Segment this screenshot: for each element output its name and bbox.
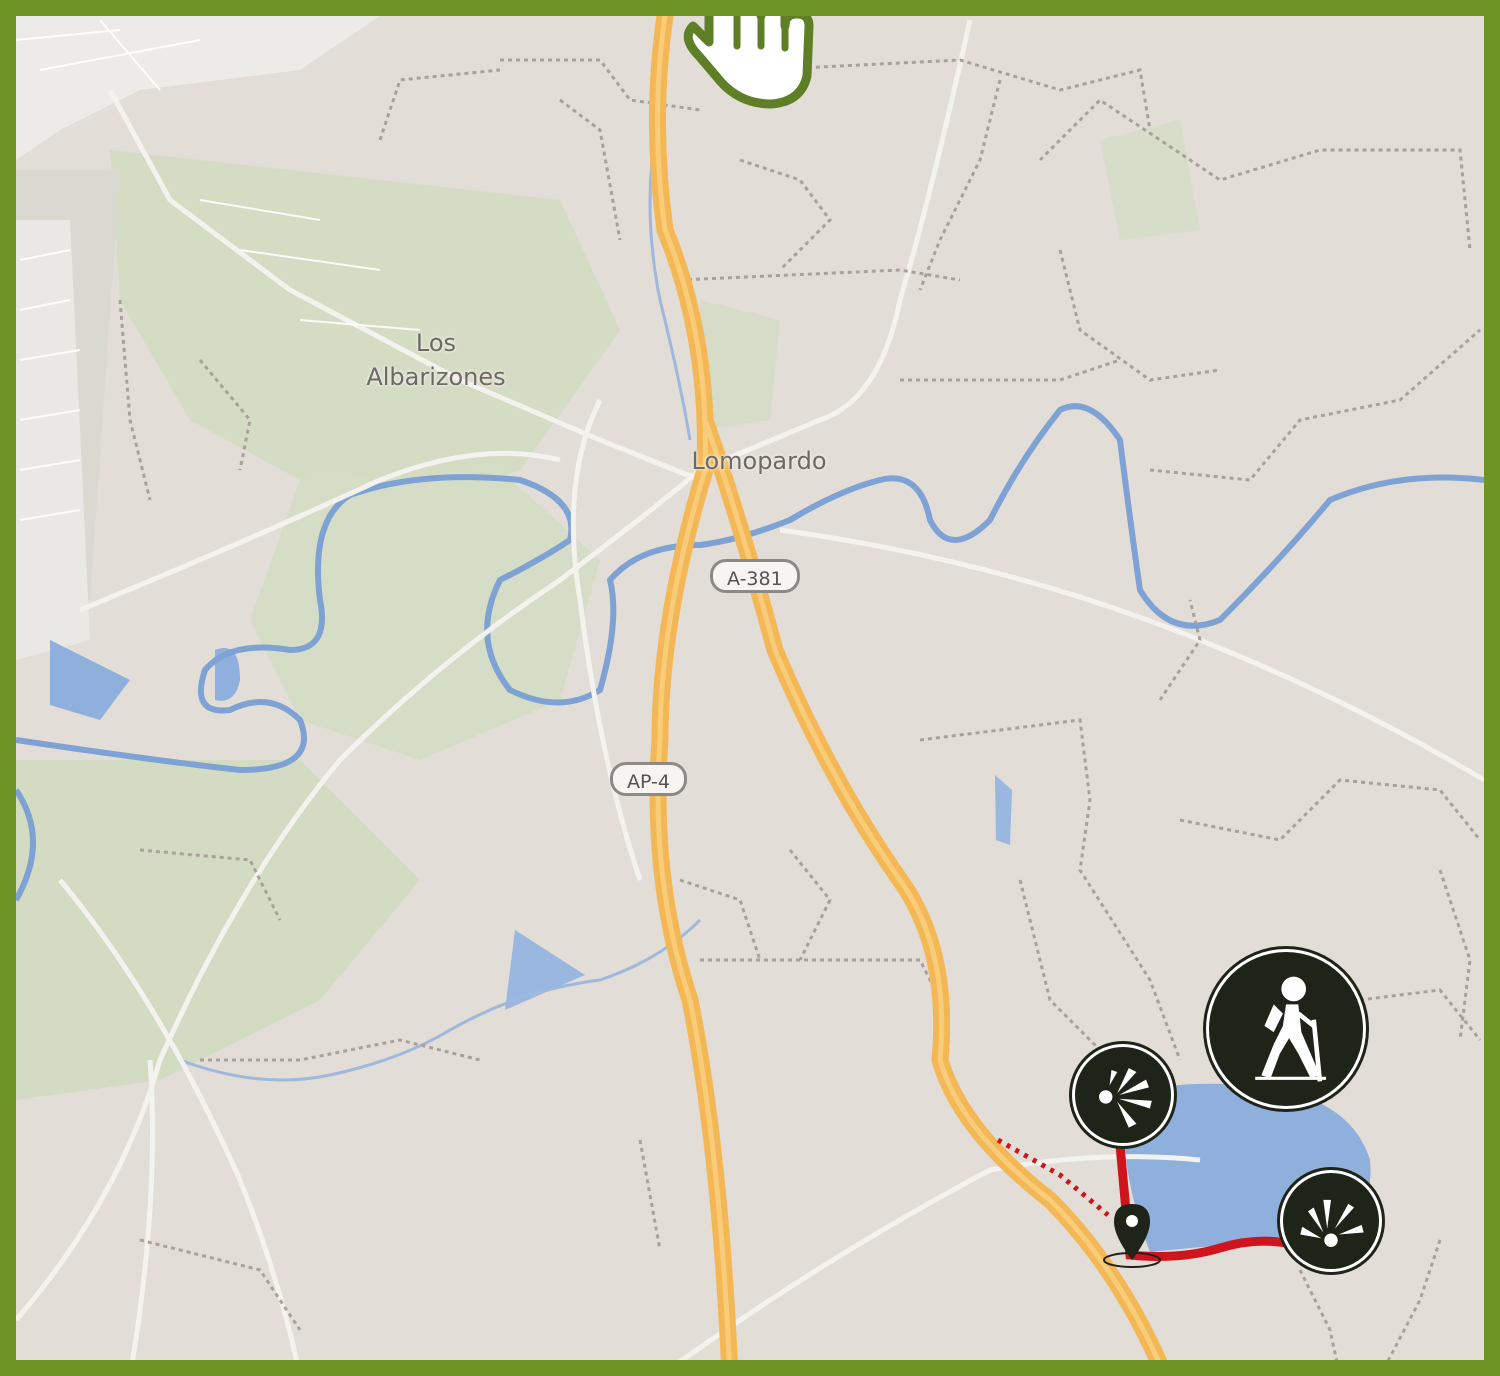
map-canvas[interactable] <box>0 0 1500 1376</box>
hiking-marker[interactable] <box>1209 952 1363 1106</box>
hand-pointer-icon <box>683 16 814 109</box>
place-label-line: Albarizones <box>366 363 506 391</box>
place-label-los-albarizones: Los Albarizones <box>356 326 516 394</box>
map-frame: Los Albarizones Lomopardo A-381 AP-4 <box>0 0 1500 1376</box>
place-label-line: Los <box>415 329 457 357</box>
viewpoint-marker-1[interactable] <box>1075 1047 1171 1143</box>
viewpoint-icon <box>1099 1068 1152 1128</box>
place-label-lomopardo: Lomopardo <box>664 444 854 478</box>
place-label-line: Lomopardo <box>691 447 827 475</box>
lagoon <box>50 640 130 720</box>
viewpoint-icon <box>1300 1199 1364 1247</box>
urban-area <box>16 16 380 160</box>
motorway-ap4 <box>649 16 738 1360</box>
map-pin-icon[interactable] <box>1102 1200 1164 1272</box>
viewpoint-marker-2[interactable] <box>1283 1173 1379 1269</box>
road-shield-ap-4: AP-4 <box>610 762 687 796</box>
pond <box>995 775 1012 845</box>
hiker-icon <box>1255 976 1327 1082</box>
green-area <box>1100 120 1200 240</box>
road-shield-a-381: A-381 <box>710 559 800 593</box>
